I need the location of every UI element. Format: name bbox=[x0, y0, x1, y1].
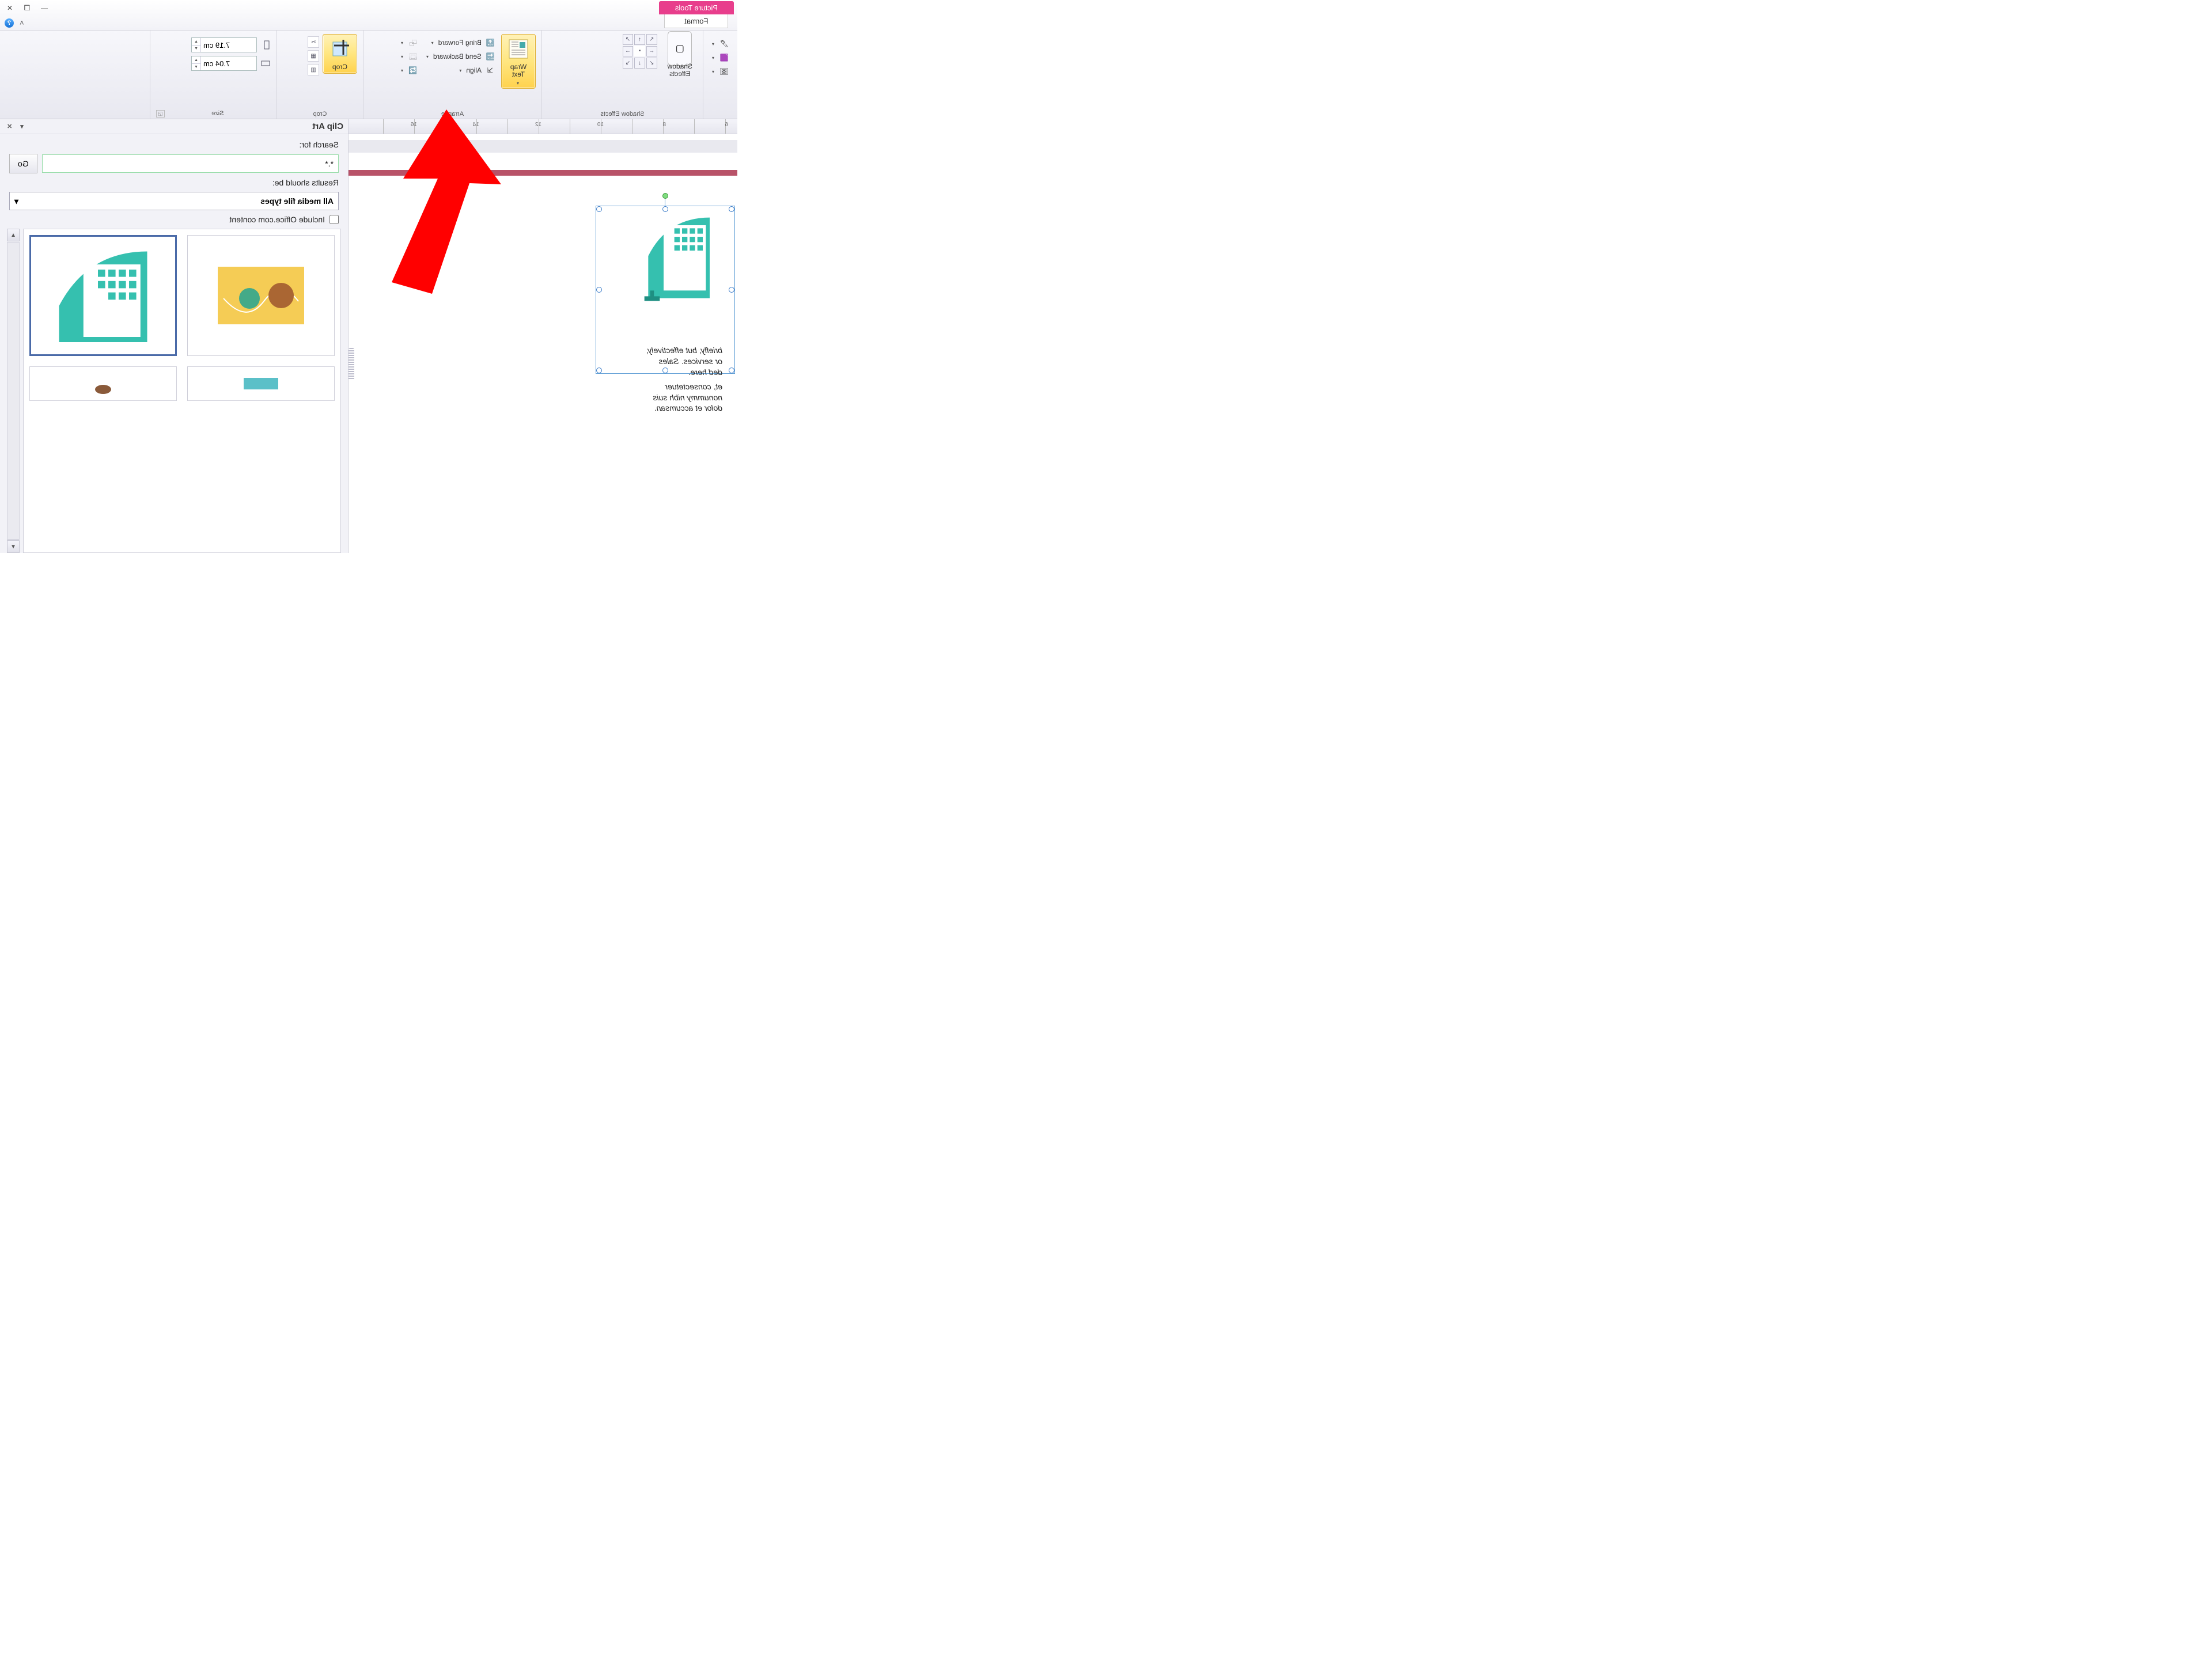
size-group: ▲▼ ▲▼ Size◲ bbox=[150, 31, 276, 119]
crop-tool-3[interactable]: ▥ bbox=[308, 64, 319, 75]
wrap-text-button[interactable]: Wrap Text ▾ bbox=[501, 34, 536, 89]
scroll-track[interactable] bbox=[7, 242, 20, 540]
width-icon bbox=[260, 58, 271, 69]
help-icon[interactable]: ? bbox=[5, 18, 14, 28]
clipart-result-1[interactable] bbox=[187, 235, 335, 356]
content-area: 6810121416 bbox=[0, 119, 737, 553]
group-button[interactable]: ⿻▾ bbox=[399, 36, 421, 49]
ribbon-collapse-toggle[interactable]: ˄ bbox=[20, 18, 24, 28]
title-bar: Picture Tools Format ˄ ? — ❐ ✕ bbox=[0, 0, 737, 30]
arrange-group-label: Arrange bbox=[369, 108, 536, 118]
picture-layout-button[interactable]: 🖼▾ bbox=[709, 65, 732, 78]
clip-art-task-pane: Clip Art ▾ ✕ Search for: Go Results shou… bbox=[0, 119, 349, 553]
shape-height-input[interactable]: ▲▼ bbox=[191, 37, 257, 52]
clip-art-pane-title: Clip Art bbox=[312, 122, 343, 131]
selected-picture[interactable]: briefly, but effectively, or services. S… bbox=[599, 209, 732, 370]
scroll-down-button[interactable]: ▼ bbox=[7, 540, 20, 553]
document-divider-bar bbox=[349, 170, 737, 176]
width-increase[interactable]: ▲ bbox=[192, 56, 201, 63]
nudge-left[interactable]: ← bbox=[646, 46, 657, 57]
send-backward-button[interactable]: 🔙Send Backward▾ bbox=[424, 50, 498, 63]
crop-button[interactable]: Crop bbox=[323, 34, 357, 74]
clipart-result-3[interactable] bbox=[187, 366, 335, 401]
nudge-down-right[interactable]: ↘ bbox=[623, 58, 634, 69]
picture-effects-button[interactable]: 🟪▾ bbox=[709, 51, 732, 64]
resize-handle-se[interactable] bbox=[596, 368, 602, 373]
nudge-up-right[interactable]: ↗ bbox=[623, 34, 634, 45]
results-scrollbar[interactable]: ▲ ▼ bbox=[7, 229, 20, 553]
shadow-effects-button[interactable]: ▢ Shadow Effects bbox=[663, 34, 697, 80]
clipart-results-grid bbox=[23, 229, 341, 553]
window-minimize-button[interactable]: — bbox=[38, 3, 51, 13]
resize-handle-sw[interactable] bbox=[729, 368, 734, 373]
shadow-effects-group: ▢ Shadow Effects ↖↑↗ ←▪→ ↙↓↘ Shadow Effe… bbox=[541, 31, 703, 119]
nudge-up-left[interactable]: ↖ bbox=[646, 34, 657, 45]
height-icon bbox=[260, 40, 271, 50]
horizontal-ruler[interactable]: 6810121416 bbox=[349, 119, 737, 134]
window-close-button[interactable]: ✕ bbox=[3, 3, 16, 13]
size-group-label: Size◲ bbox=[156, 108, 271, 118]
include-office-content-input[interactable] bbox=[329, 215, 339, 224]
go-button[interactable]: Go bbox=[9, 154, 37, 173]
resize-handle-nw[interactable] bbox=[729, 206, 734, 212]
page-canvas[interactable]: briefly, but effectively, or services. S… bbox=[349, 134, 737, 553]
rotation-handle[interactable] bbox=[662, 193, 668, 199]
shadow-effects-group-label: Shadow Effects bbox=[548, 108, 697, 118]
results-should-be-label: Results should be: bbox=[9, 178, 339, 187]
height-decrease[interactable]: ▼ bbox=[192, 45, 201, 52]
nudge-down-left[interactable]: ↙ bbox=[646, 58, 657, 69]
format-ribbon-tab[interactable]: Format bbox=[664, 14, 728, 28]
pane-resize-grip[interactable] bbox=[349, 348, 354, 380]
shape-width-input[interactable]: ▲▼ bbox=[191, 56, 257, 71]
search-for-label: Search for: bbox=[9, 140, 339, 149]
clipart-result-4[interactable] bbox=[29, 366, 177, 401]
contextual-tab-group: Picture Tools Format bbox=[659, 1, 734, 28]
crop-tool-2[interactable]: ▦ bbox=[308, 50, 319, 62]
pane-options-dropdown[interactable]: ▾ bbox=[18, 123, 26, 130]
bring-forward-button[interactable]: 🔝Bring Forward▾ bbox=[424, 36, 498, 49]
height-increase[interactable]: ▲ bbox=[192, 38, 201, 45]
align-button[interactable]: ⇲Align▾ bbox=[424, 64, 498, 77]
picture-caption-text: briefly, but effectively, or services. S… bbox=[608, 345, 722, 414]
nudge-up[interactable]: ↑ bbox=[634, 34, 645, 45]
crop-group: Crop ✂ ▦ ▥ Crop bbox=[276, 31, 363, 119]
pane-close-button[interactable]: ✕ bbox=[5, 123, 14, 130]
results-should-be-combo[interactable]: All media file types▾ bbox=[9, 192, 339, 210]
document-area: 6810121416 bbox=[349, 119, 737, 553]
chevron-down-icon: ▾ bbox=[14, 196, 18, 206]
window-restore-button[interactable]: ❐ bbox=[21, 3, 33, 13]
picture-border-button[interactable]: 🖊▾ bbox=[709, 37, 732, 50]
nudge-right[interactable]: → bbox=[623, 46, 634, 57]
rotate-button[interactable]: 🔄▾ bbox=[399, 64, 421, 77]
ungroup-button[interactable]: ⿴▾ bbox=[399, 50, 421, 63]
scroll-up-button[interactable]: ▲ bbox=[7, 229, 20, 241]
ribbon: 🖊▾ 🟪▾ 🖼▾ ▢ Shadow Effects ↖↑↗ ←▪→ ↙↓↘ Sh… bbox=[0, 30, 737, 119]
crop-group-label: Crop bbox=[283, 108, 357, 118]
include-office-content-checkbox[interactable]: Include Office.com content bbox=[9, 215, 339, 224]
clipart-result-2-selected[interactable] bbox=[29, 235, 177, 356]
search-for-input[interactable] bbox=[42, 154, 339, 173]
width-decrease[interactable]: ▼ bbox=[192, 63, 201, 70]
crop-tool-1[interactable]: ✂ bbox=[308, 36, 319, 48]
shadow-nudge-pad[interactable]: ↖↑↗ ←▪→ ↙↓↘ bbox=[623, 34, 657, 69]
picture-styles-group-partial: 🖊▾ 🟪▾ 🖼▾ bbox=[703, 31, 737, 119]
resize-handle-w[interactable] bbox=[729, 287, 734, 293]
nudge-down[interactable]: ↓ bbox=[634, 58, 645, 69]
nudge-center[interactable]: ▪ bbox=[634, 46, 645, 57]
margin-indicator bbox=[349, 140, 737, 153]
resize-handle-n[interactable] bbox=[662, 206, 668, 212]
size-dialog-launcher[interactable]: ◲ bbox=[156, 110, 165, 118]
picture-tools-context-tab[interactable]: Picture Tools bbox=[659, 1, 734, 14]
arrange-group: Wrap Text ▾ 🔝Bring Forward▾ 🔙Send Backwa… bbox=[363, 31, 541, 119]
resize-handle-ne[interactable] bbox=[596, 206, 602, 212]
resize-handle-e[interactable] bbox=[596, 287, 602, 293]
